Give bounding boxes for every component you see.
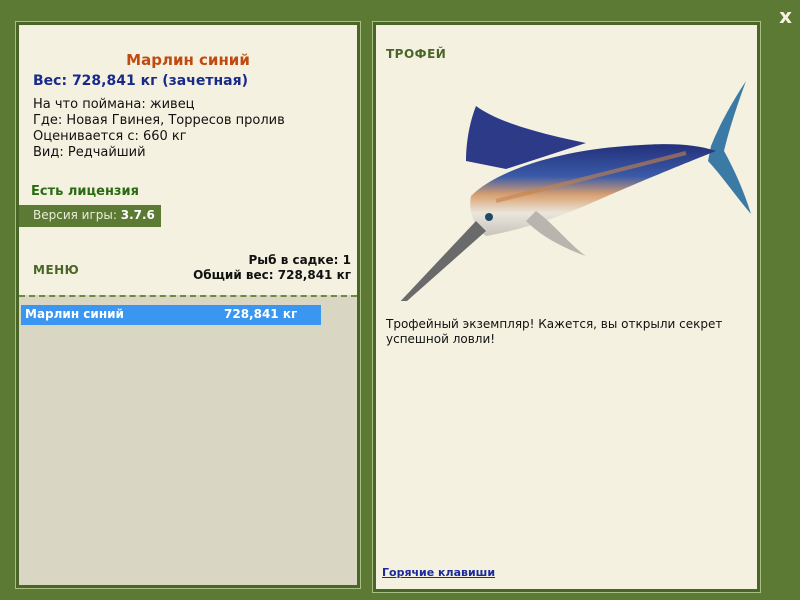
total-weight: Общий вес: 728,841 кг xyxy=(193,268,351,282)
fish-count: Рыб в садке: 1 xyxy=(248,253,352,267)
version-value: 3.7.6 xyxy=(120,208,155,222)
blue-marlin-image xyxy=(400,81,751,301)
catch-list: Марлин синий 728,841 кг xyxy=(19,295,357,585)
hotkeys-link[interactable]: Горячие клавиши xyxy=(382,566,495,579)
detail-value-from: Оценивается с: 660 кг xyxy=(33,129,187,144)
list-item-name: Марлин синий xyxy=(25,307,124,321)
keepnet-stats: Рыб в садке: 1 Общий вес: 728,841 кг xyxy=(193,253,351,283)
trophy-text: Трофейный экземпляр! Кажется, вы открыли… xyxy=(386,317,723,346)
trophy-panel: ТРОФЕЙ Трофейный экземпляр! Кажется, вы … xyxy=(372,21,761,593)
fish-info-panel: Марлин синий Вес: 728,841 кг (зачетная) … xyxy=(15,21,361,589)
fish-weight: Вес: 728,841 кг (зачетная) xyxy=(33,73,248,89)
close-icon[interactable]: x xyxy=(779,4,792,28)
license-status: Есть лицензия xyxy=(31,184,139,199)
fish-title: Марлин синий xyxy=(126,51,250,69)
menu-button[interactable]: МЕНЮ xyxy=(33,263,79,277)
detail-rarity: Вид: Редчайший xyxy=(33,145,146,160)
list-item[interactable]: Марлин синий 728,841 кг xyxy=(21,305,321,325)
detail-bait: На что поймана: живец xyxy=(33,97,195,112)
version-box: Версия игры: 3.7.6 xyxy=(19,205,161,227)
version-label: Версия игры: xyxy=(33,208,121,222)
detail-location: Где: Новая Гвинея, Торресов пролив xyxy=(33,113,285,128)
list-item-weight: 728,841 кг xyxy=(224,307,298,321)
